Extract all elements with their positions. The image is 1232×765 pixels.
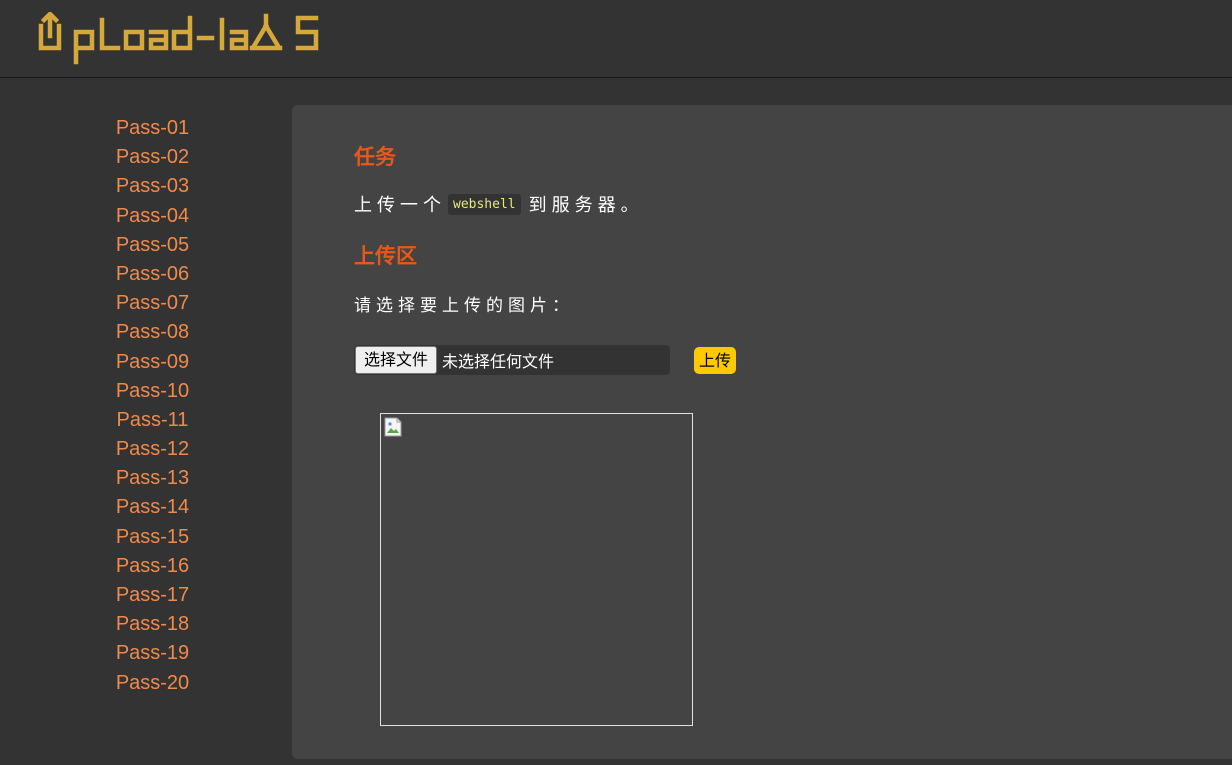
main-panel: 任务 上传一个 webshell 到服务器。 上传区 请选择要上传的图片： 选择… — [292, 105, 1232, 759]
sidebar-item: Pass-01 — [0, 114, 305, 143]
sidebar-item: Pass-10 — [0, 377, 305, 406]
file-status-text: 未选择任何文件 — [442, 352, 555, 371]
sidebar-item: Pass-05 — [0, 231, 305, 260]
sidebar-item: Pass-12 — [0, 435, 305, 464]
sidebar-item: Pass-19 — [0, 639, 305, 668]
sidebar: Pass-01 Pass-02 Pass-03 Pass-04 Pass-05 Pass-… — [0, 79, 292, 765]
task-heading: 任务 — [354, 145, 396, 169]
sidebar-link-pass-13[interactable]: Pass-13 — [116, 467, 189, 489]
sidebar-nav: Pass-01 Pass-02 Pass-03 Pass-04 Pass-05 Pass-… — [0, 114, 305, 698]
sidebar-item: Pass-16 — [0, 552, 305, 581]
sidebar-item: Pass-08 — [0, 318, 305, 347]
sidebar-item: Pass-09 — [0, 348, 305, 377]
sidebar-link-pass-20[interactable]: Pass-20 — [116, 672, 189, 694]
sidebar-link-pass-09[interactable]: Pass-09 — [116, 351, 189, 373]
sidebar-item: Pass-20 — [0, 669, 305, 698]
upload-prompt: 请选择要上传的图片： — [354, 296, 574, 316]
sidebar-link-pass-08[interactable]: Pass-08 — [116, 321, 189, 343]
webshell-code: webshell — [448, 193, 521, 215]
header — [0, 0, 1232, 78]
upload-button[interactable]: 上传 — [694, 347, 737, 374]
sidebar-link-pass-18[interactable]: Pass-18 — [116, 613, 189, 635]
sidebar-item: Pass-15 — [0, 523, 305, 552]
sidebar-link-pass-12[interactable]: Pass-12 — [116, 438, 189, 460]
sidebar-item: Pass-07 — [0, 289, 305, 318]
sidebar-link-pass-11[interactable]: Pass-11 — [117, 409, 189, 431]
upload-labs-logo — [38, 10, 328, 70]
image-preview — [380, 413, 693, 726]
task-suffix: 到服务器。 — [528, 195, 644, 216]
sidebar-item: Pass-03 — [0, 172, 305, 201]
upload-heading: 上传区 — [354, 244, 417, 268]
task-description: 上传一个 webshell 到服务器。 — [354, 191, 644, 217]
sidebar-link-pass-14[interactable]: Pass-14 — [116, 496, 189, 518]
sidebar-link-pass-02[interactable]: Pass-02 — [116, 146, 189, 168]
choose-file-button[interactable]: 选择文件 — [355, 346, 438, 374]
task-prefix: 上传一个 — [354, 195, 446, 216]
file-input[interactable]: 选择文件 未选择任何文件 — [354, 345, 670, 375]
sidebar-item: Pass-11 — [0, 406, 305, 435]
sidebar-item: Pass-17 — [0, 581, 305, 610]
sidebar-item: Pass-13 — [0, 464, 305, 493]
sidebar-item: Pass-18 — [0, 610, 305, 639]
sidebar-link-pass-05[interactable]: Pass-05 — [116, 234, 189, 256]
sidebar-link-pass-19[interactable]: Pass-19 — [116, 642, 189, 664]
sidebar-link-pass-15[interactable]: Pass-15 — [116, 526, 189, 548]
sidebar-item: Pass-02 — [0, 143, 305, 172]
sidebar-link-pass-17[interactable]: Pass-17 — [116, 584, 189, 606]
sidebar-link-pass-04[interactable]: Pass-04 — [116, 205, 189, 227]
sidebar-link-pass-01[interactable]: Pass-01 — [116, 117, 189, 139]
sidebar-link-pass-03[interactable]: Pass-03 — [116, 175, 189, 197]
logo-graphic — [38, 10, 319, 65]
broken-image-icon — [384, 417, 404, 441]
sidebar-item: Pass-14 — [0, 493, 305, 522]
sidebar-link-pass-10[interactable]: Pass-10 — [116, 380, 189, 402]
sidebar-link-pass-06[interactable]: Pass-06 — [116, 263, 189, 285]
sidebar-link-pass-07[interactable]: Pass-07 — [116, 292, 189, 314]
sidebar-item: Pass-04 — [0, 202, 305, 231]
sidebar-link-pass-16[interactable]: Pass-16 — [116, 555, 189, 577]
sidebar-item: Pass-06 — [0, 260, 305, 289]
